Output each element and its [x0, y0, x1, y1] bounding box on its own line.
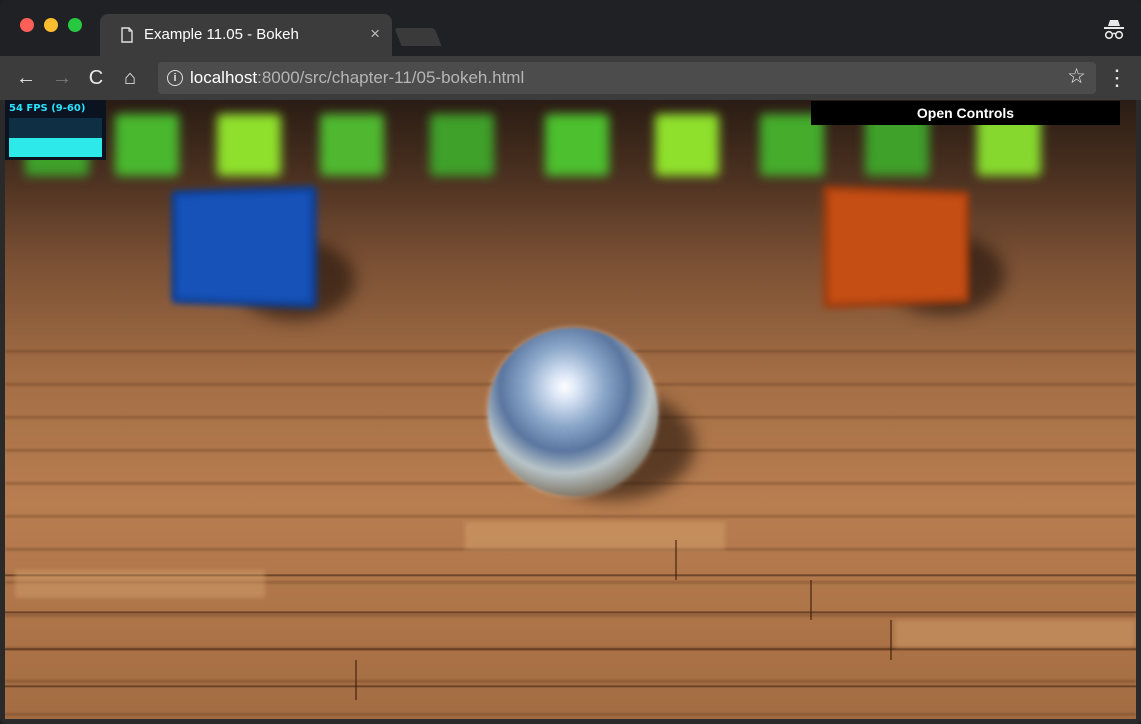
- browser-toolbar: ← → C ⌂ i localhost:8000/src/chapter-11/…: [0, 56, 1141, 100]
- glass-sphere: [488, 328, 658, 496]
- tab-active[interactable]: Example 11.05 - Bokeh ×: [100, 14, 392, 56]
- plank-seam: [810, 580, 812, 620]
- back-button[interactable]: ←: [10, 56, 42, 100]
- plank-highlight: [465, 522, 725, 550]
- fps-stats-panel[interactable]: 54 FPS (9-60): [5, 100, 106, 160]
- browser-window: Example 11.05 - Bokeh × ← → C ⌂ i localh…: [0, 0, 1141, 724]
- orange-cube: [822, 184, 970, 310]
- webgl-canvas[interactable]: [5, 100, 1136, 719]
- url-host: localhost: [190, 68, 258, 87]
- green-cube: [115, 114, 179, 176]
- green-cube: [545, 114, 609, 176]
- reload-button[interactable]: C: [80, 56, 112, 100]
- browser-menu-button[interactable]: ⋮: [1106, 56, 1128, 100]
- url-text[interactable]: localhost:8000/src/chapter-11/05-bokeh.h…: [190, 68, 524, 88]
- new-tab-button[interactable]: [394, 28, 442, 46]
- green-cube: [655, 114, 719, 176]
- close-window-icon[interactable]: [20, 18, 34, 32]
- home-button[interactable]: ⌂: [114, 56, 146, 100]
- fps-graph-fill: [9, 137, 102, 157]
- green-cube: [217, 114, 281, 176]
- url-path: :8000/src/chapter-11/05-bokeh.html: [257, 68, 525, 87]
- incognito-icon[interactable]: [1103, 18, 1125, 42]
- forward-button[interactable]: →: [46, 56, 78, 100]
- plank-seam: [890, 620, 892, 660]
- bookmark-star-icon[interactable]: ☆: [1067, 65, 1086, 89]
- minimize-window-icon[interactable]: [44, 18, 58, 32]
- plank-highlight: [15, 570, 265, 598]
- green-cube: [430, 114, 494, 176]
- tab-title: Example 11.05 - Bokeh: [144, 26, 299, 43]
- tab-strip: Example 11.05 - Bokeh ×: [0, 0, 1141, 56]
- page-icon: [121, 27, 133, 43]
- tab-close-icon[interactable]: ×: [370, 25, 380, 42]
- zoom-window-icon[interactable]: [68, 18, 82, 32]
- info-icon[interactable]: i: [167, 70, 183, 86]
- blue-cube: [171, 185, 318, 309]
- open-controls-button[interactable]: Open Controls: [811, 101, 1120, 125]
- address-bar[interactable]: i localhost:8000/src/chapter-11/05-bokeh…: [158, 62, 1096, 94]
- fps-graph: [9, 118, 102, 157]
- plank-highlight: [895, 620, 1135, 648]
- plank-seam: [355, 660, 357, 700]
- fps-label: 54 FPS (9-60): [9, 103, 86, 114]
- plank-seam: [675, 540, 677, 580]
- green-cube: [320, 114, 384, 176]
